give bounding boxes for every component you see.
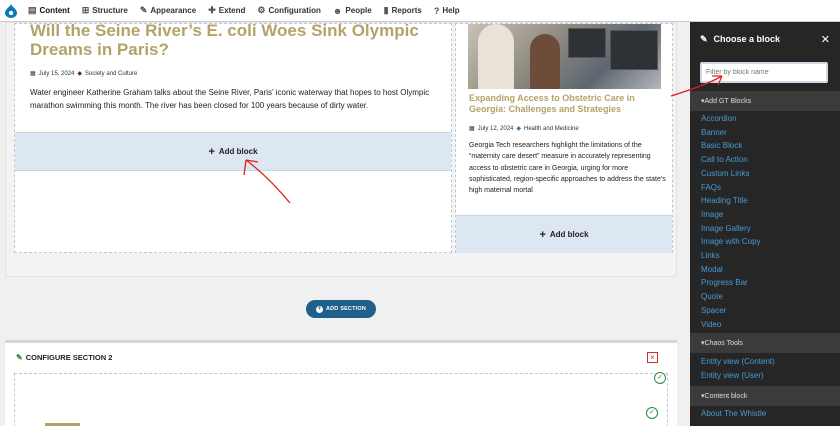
block-link[interactable]: Links: [701, 249, 761, 263]
article-title[interactable]: Expanding Access to Obstetric Care in Ge…: [469, 93, 664, 115]
article-category[interactable]: Society and Culture: [85, 71, 137, 77]
plus-circle-icon: +: [315, 305, 323, 313]
block-link[interactable]: About The Whistle: [701, 407, 766, 421]
article-date: July 15, 2024: [38, 70, 75, 77]
block-link[interactable]: Modal: [701, 263, 761, 277]
article-category[interactable]: Health and Medicine: [524, 126, 579, 132]
add-section-button[interactable]: + ADD SECTION: [306, 300, 376, 318]
plus-icon: +: [539, 228, 546, 241]
remove-section-icon[interactable]: ×: [647, 352, 658, 363]
admin-toolbar: ▤ Content ⊞ Structure ✎ Appearance ✚ Extend …: [0, 0, 840, 22]
help-icon: ?: [433, 5, 440, 16]
layout-builder-canvas: Will the Seine River’s E. coli Woes Sink…: [0, 22, 690, 426]
layout-section-2: ✎ CONFIGURE SECTION 2 × ✓ ✓: [5, 340, 677, 426]
block-link[interactable]: Entity view (Content): [701, 355, 775, 369]
toolbar-content[interactable]: ▤ Content: [22, 0, 76, 22]
block-link[interactable]: Basic Block: [701, 139, 761, 153]
add-block-button[interactable]: + Add block: [456, 215, 672, 253]
category-toggle[interactable]: ▾ Add GT Blocks: [690, 91, 840, 111]
plus-icon: +: [208, 145, 215, 158]
region-content: [14, 373, 668, 426]
add-block-button[interactable]: + Add block: [15, 132, 451, 171]
edit-icon: ✎: [16, 353, 23, 362]
article-meta: ▦ July 12, 2024 ◆ Health and Medicine: [469, 125, 579, 133]
sidebar-title: Choose a block: [713, 34, 781, 44]
toolbar-extend[interactable]: ✚ Extend: [202, 0, 251, 22]
block-link[interactable]: Video: [701, 318, 761, 332]
extend-icon: ✚: [208, 5, 216, 15]
block-link[interactable]: Heading Title: [701, 194, 761, 208]
article-summary: Water engineer Katherine Graham talks ab…: [30, 88, 430, 110]
calendar-icon: ▦: [469, 126, 475, 132]
block-link[interactable]: Image: [701, 208, 761, 222]
block-list: Entity view (Content) Entity view (User): [701, 355, 775, 382]
contextual-edit-icon[interactable]: ✓: [654, 372, 666, 384]
choose-block-sidebar: ✎ Choose a block ✕ ▾ Add GT Blocks Accor…: [690, 22, 840, 426]
region-right: Expanding Access to Obstetric Care in Ge…: [455, 23, 673, 253]
toolbar-appearance[interactable]: ✎ Appearance: [134, 0, 202, 22]
wrench-icon: ⚙: [257, 5, 266, 15]
sidebar-header: ✎ Choose a block: [690, 22, 840, 56]
close-icon[interactable]: ✕: [821, 33, 830, 46]
article-summary: Georgia Tech researchers highlight the l…: [469, 142, 666, 195]
article-meta: ▦ July 15, 2024 ◆ Society and Culture: [30, 70, 137, 78]
configure-section-link[interactable]: ✎ CONFIGURE SECTION 2: [16, 353, 112, 362]
block-link[interactable]: Entity view (User): [701, 369, 775, 383]
block-link[interactable]: Image Gallery: [701, 222, 761, 236]
reports-icon: ▮: [383, 5, 389, 15]
block-link[interactable]: FAQs: [701, 181, 761, 195]
block-link[interactable]: Image with Copy: [701, 235, 761, 249]
article-title[interactable]: Will the Seine River’s E. coli Woes Sink…: [30, 22, 450, 59]
toolbar-configuration[interactable]: ⚙ Configuration: [251, 0, 327, 22]
block-link[interactable]: Accordion: [701, 112, 761, 126]
block-link[interactable]: Progress Bar: [701, 276, 761, 290]
category-dot-icon: ◆: [77, 71, 82, 77]
article-photo: [468, 24, 661, 89]
drupal-logo-icon[interactable]: [0, 0, 22, 22]
block-filter-input[interactable]: [700, 62, 828, 83]
appearance-icon: ✎: [139, 5, 148, 15]
category-toggle[interactable]: ▾ Chaos Tools: [690, 333, 840, 353]
block-link[interactable]: Call to Action: [701, 153, 761, 167]
block-link[interactable]: Banner: [701, 126, 761, 140]
toolbar-help[interactable]: ? Help: [428, 0, 466, 22]
toolbar-people[interactable]: ☻ People: [327, 0, 378, 22]
block-list: Accordion Banner Basic Block Call to Act…: [701, 112, 761, 331]
block-link[interactable]: Custom Links: [701, 167, 761, 181]
structure-icon: ⊞: [81, 5, 90, 15]
block-link[interactable]: Spacer: [701, 304, 761, 318]
contextual-edit-icon[interactable]: ✓: [646, 407, 658, 419]
category-toggle[interactable]: ▾ Content block: [690, 386, 840, 406]
region-left: Will the Seine River’s E. coli Woes Sink…: [14, 22, 452, 253]
calendar-icon: ▦: [30, 71, 36, 77]
block-link[interactable]: Quote: [701, 290, 761, 304]
pencil-icon: ✎: [700, 33, 708, 44]
people-icon: ☻: [332, 5, 343, 16]
toolbar-structure[interactable]: ⊞ Structure: [76, 0, 134, 22]
layout-section-1: Will the Seine River’s E. coli Woes Sink…: [5, 22, 677, 277]
toolbar-reports[interactable]: ▮ Reports: [378, 0, 428, 22]
category-dot-icon: ◆: [516, 126, 521, 132]
article-date: July 12, 2024: [477, 125, 514, 132]
content-icon: ▤: [28, 5, 37, 15]
block-list: About The Whistle: [701, 407, 766, 421]
